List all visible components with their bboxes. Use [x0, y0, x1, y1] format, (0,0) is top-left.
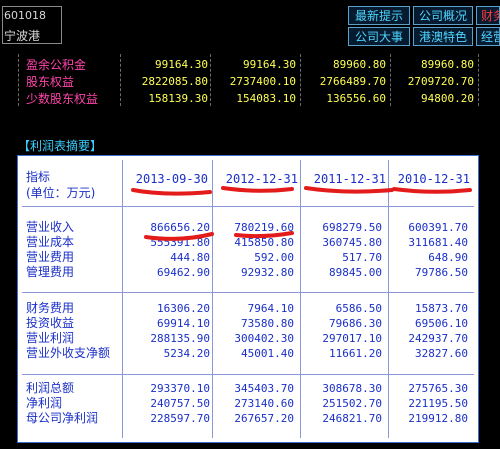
date-underline-3: [304, 186, 394, 194]
revenue-underline-1: [144, 232, 214, 241]
date-underline-1: [131, 188, 212, 196]
date-underline-2: [221, 186, 294, 193]
highlight-marks: [131, 186, 472, 241]
revenue-underline-2: [234, 231, 294, 239]
date-underline-4: [392, 187, 472, 194]
